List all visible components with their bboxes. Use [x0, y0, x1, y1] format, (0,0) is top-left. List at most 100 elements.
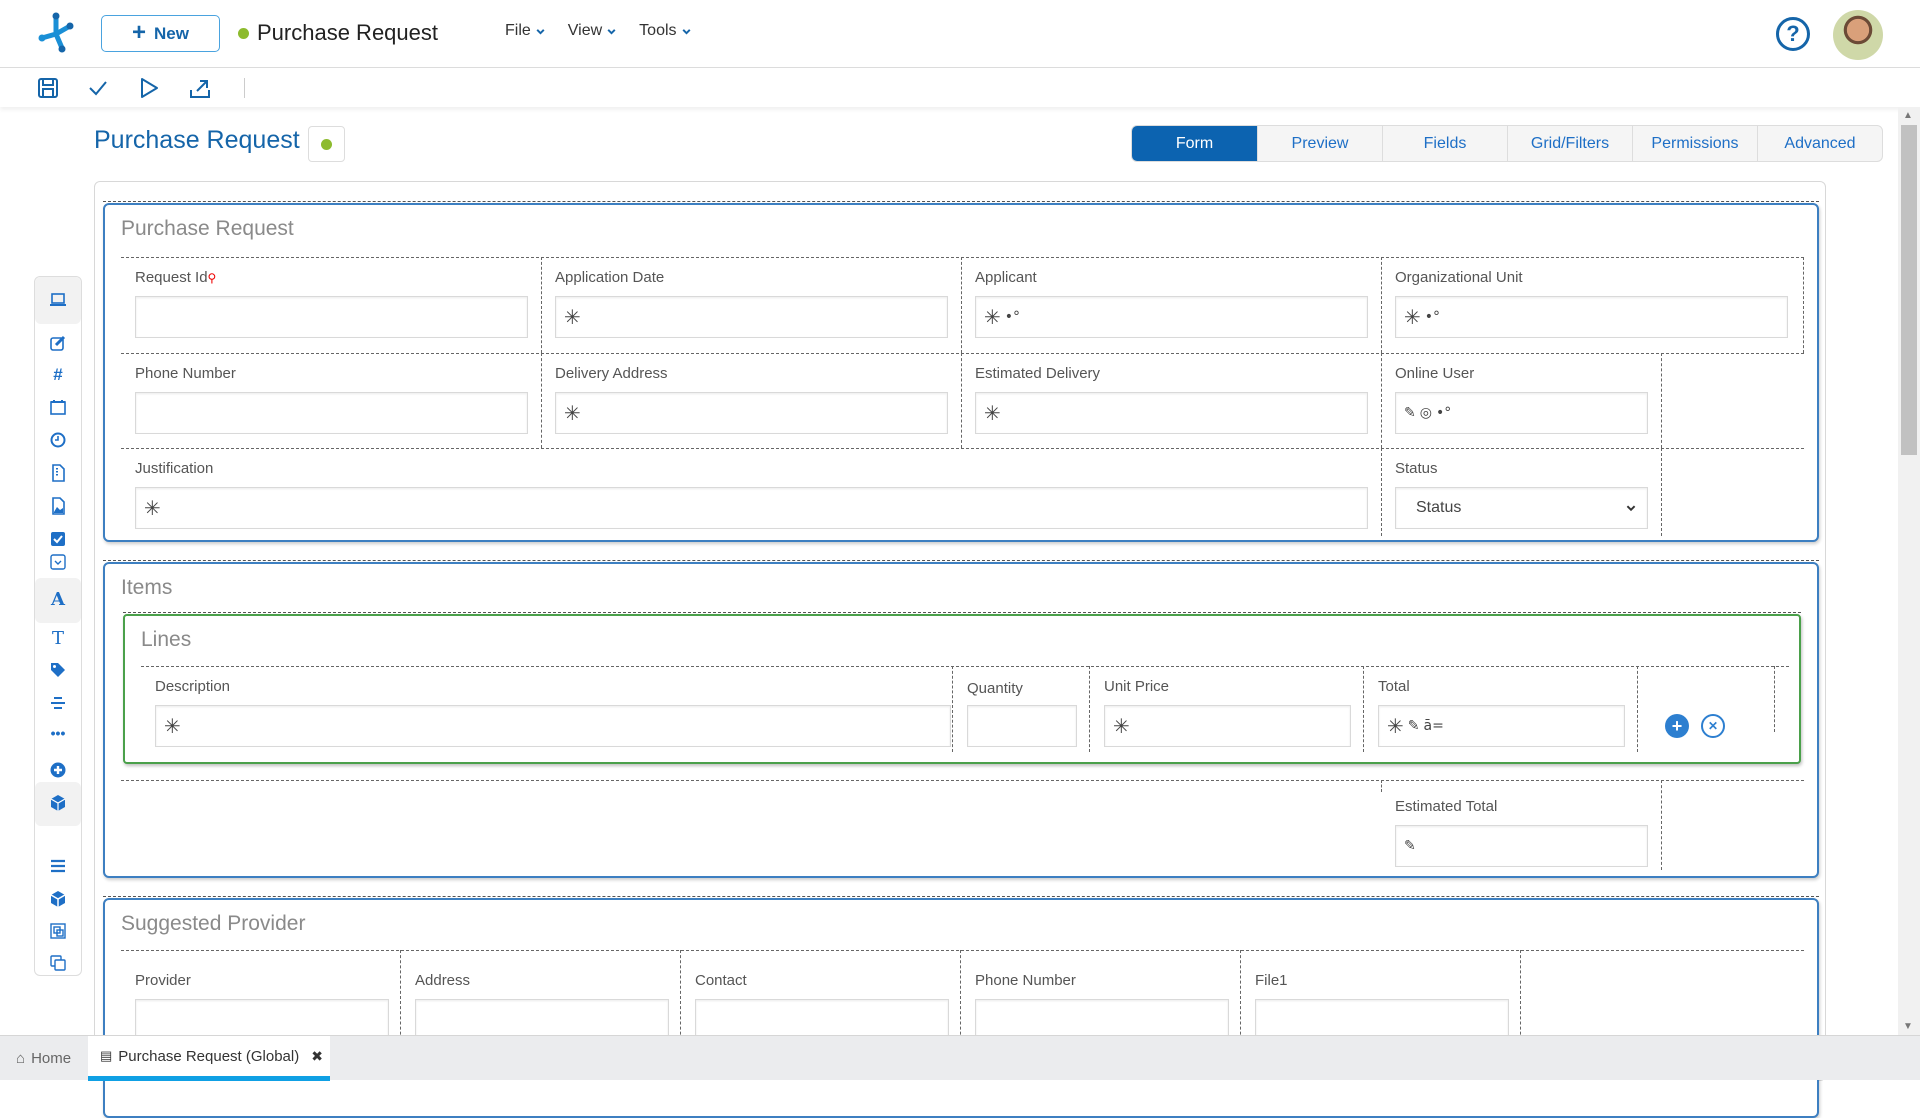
- menu-file[interactable]: File: [505, 22, 546, 40]
- plus-circle-icon[interactable]: [49, 761, 67, 779]
- toolbar-separator: [244, 78, 245, 98]
- section-title: Purchase Request: [121, 217, 294, 240]
- help-icon[interactable]: ?: [1776, 17, 1810, 51]
- tab-advanced[interactable]: Advanced: [1757, 126, 1882, 161]
- formula-icon: ā=: [1423, 718, 1444, 734]
- section-purchase-request[interactable]: Purchase Request Request Id⚲ Application…: [103, 201, 1819, 542]
- calendar-icon[interactable]: [49, 398, 67, 416]
- field-label-file1: File1: [1255, 972, 1288, 989]
- laptop-icon[interactable]: [49, 291, 67, 309]
- status-select[interactable]: Status: [1395, 487, 1648, 529]
- request-id-input[interactable]: [135, 296, 528, 338]
- field-cell: [121, 780, 1382, 792]
- menu-tools[interactable]: Tools: [639, 22, 691, 40]
- section-items[interactable]: Items Lines Description ✳ Quantity Unit …: [103, 560, 1819, 878]
- section-title: Suggested Provider: [121, 912, 306, 935]
- image-file-icon[interactable]: [49, 497, 67, 515]
- application-date-input[interactable]: ✳: [555, 296, 948, 338]
- tab-grid-filters[interactable]: Grid/Filters: [1507, 126, 1632, 161]
- required-icon: ✳: [164, 714, 181, 738]
- chevron-down-icon: [607, 28, 616, 35]
- scroll-down-arrow-icon[interactable]: ▼: [1903, 1021, 1913, 1032]
- field-label-provider: Provider: [135, 972, 191, 989]
- menu-tools-label: Tools: [639, 22, 677, 39]
- readonly-icon: ✎: [1404, 405, 1416, 421]
- play-icon[interactable]: [138, 77, 160, 99]
- section-suggested-provider[interactable]: Suggested Provider Provider Address Cont…: [103, 896, 1819, 1118]
- delete-row-button[interactable]: ✕: [1701, 714, 1725, 738]
- grid-title: Lines: [141, 628, 192, 651]
- chevron-down-icon: [1626, 505, 1636, 512]
- ellipsis-icon[interactable]: •••: [49, 725, 67, 743]
- estimated-total-input[interactable]: ✎: [1395, 825, 1648, 867]
- group-icon[interactable]: [49, 922, 67, 940]
- copy-icon[interactable]: [49, 954, 67, 972]
- control-palette: # A T •••: [34, 276, 82, 976]
- cube-icon[interactable]: [49, 794, 67, 812]
- section-title: Items: [121, 576, 173, 599]
- description-input[interactable]: ✳: [155, 705, 951, 747]
- home-icon: ⌂: [16, 1050, 26, 1067]
- estimated-delivery-input[interactable]: ✳: [975, 392, 1368, 434]
- align-icon[interactable]: [49, 694, 67, 712]
- form-status-button[interactable]: [308, 126, 345, 162]
- tags-icon[interactable]: [49, 661, 67, 679]
- bottom-tab-bar: ⌂ Home ▤ Purchase Request (Global) ✖: [0, 1035, 1920, 1081]
- status-dot-icon: [238, 27, 249, 39]
- scroll-up-arrow-icon[interactable]: ▲: [1903, 110, 1913, 121]
- field-label-contact: Contact: [695, 972, 747, 989]
- vertical-scrollbar[interactable]: ▲ ▼: [1898, 107, 1920, 1035]
- field-label-request-id: Request Id⚲: [135, 269, 217, 286]
- save-icon[interactable]: [37, 77, 59, 99]
- total-input[interactable]: ✳ ✎ ā=: [1378, 705, 1625, 747]
- bottom-tab-label: Purchase Request (Global): [118, 1047, 300, 1065]
- chevron-down-icon: [682, 28, 691, 35]
- close-circle-icon: ✕: [1707, 719, 1719, 733]
- tab-preview[interactable]: Preview: [1257, 126, 1382, 161]
- online-user-input[interactable]: ✎ ◎ •°: [1395, 392, 1648, 434]
- grid-lines[interactable]: Lines Description ✳ Quantity Unit Price …: [123, 612, 1801, 764]
- required-icon: ✳: [1404, 305, 1421, 329]
- dropdown-icon[interactable]: [49, 553, 67, 571]
- form-canvas: Purchase Request Request Id⚲ Application…: [94, 181, 1826, 1118]
- app-header: + New Purchase Request File View Tools ?: [0, 0, 1920, 68]
- font-icon[interactable]: A: [49, 589, 67, 610]
- hidden-icon: ◎: [1419, 405, 1432, 421]
- chevron-down-icon: [536, 28, 545, 35]
- app-title: Purchase Request: [238, 20, 438, 46]
- justification-input[interactable]: ✳: [135, 487, 1368, 529]
- clock-icon[interactable]: [49, 431, 67, 449]
- list-icon[interactable]: [49, 857, 67, 875]
- field-label-delivery-address: Delivery Address: [555, 365, 668, 382]
- edit-icon[interactable]: [49, 334, 67, 352]
- check-icon[interactable]: [87, 77, 109, 99]
- checkbox-icon[interactable]: [49, 530, 67, 548]
- cube-outline-icon[interactable]: [49, 890, 67, 908]
- unit-price-input[interactable]: ✳: [1104, 705, 1351, 747]
- applicant-input[interactable]: ✳ •°: [975, 296, 1368, 338]
- delivery-address-input[interactable]: ✳: [555, 392, 948, 434]
- form-icon: ▤: [100, 1048, 113, 1063]
- field-label-estimated-delivery: Estimated Delivery: [975, 365, 1101, 382]
- text-icon[interactable]: T: [49, 628, 67, 649]
- user-avatar[interactable]: [1833, 10, 1883, 60]
- org-unit-input[interactable]: ✳ •°: [1395, 296, 1788, 338]
- scroll-thumb[interactable]: [1901, 125, 1917, 455]
- quantity-input[interactable]: [967, 705, 1077, 747]
- phone-input[interactable]: [135, 392, 528, 434]
- file-zip-icon[interactable]: [49, 464, 67, 482]
- field-label-org-unit: Organizational Unit: [1395, 269, 1523, 286]
- hash-icon[interactable]: #: [49, 365, 67, 384]
- tab-form[interactable]: Form: [1132, 126, 1257, 161]
- bottom-tab-home[interactable]: ⌂ Home: [12, 1036, 75, 1081]
- close-tab-icon[interactable]: ✖: [311, 1048, 323, 1065]
- readonly-icon: ✎: [1407, 718, 1420, 734]
- add-row-button[interactable]: +: [1665, 714, 1689, 738]
- menu-view[interactable]: View: [568, 22, 617, 40]
- app-logo-icon[interactable]: [36, 12, 76, 54]
- tab-permissions[interactable]: Permissions: [1632, 126, 1757, 161]
- bottom-tab-purchase-request[interactable]: ▤ Purchase Request (Global) ✖: [88, 1036, 330, 1081]
- new-button[interactable]: + New: [101, 15, 220, 52]
- export-icon[interactable]: [189, 77, 211, 99]
- tab-fields[interactable]: Fields: [1382, 126, 1507, 161]
